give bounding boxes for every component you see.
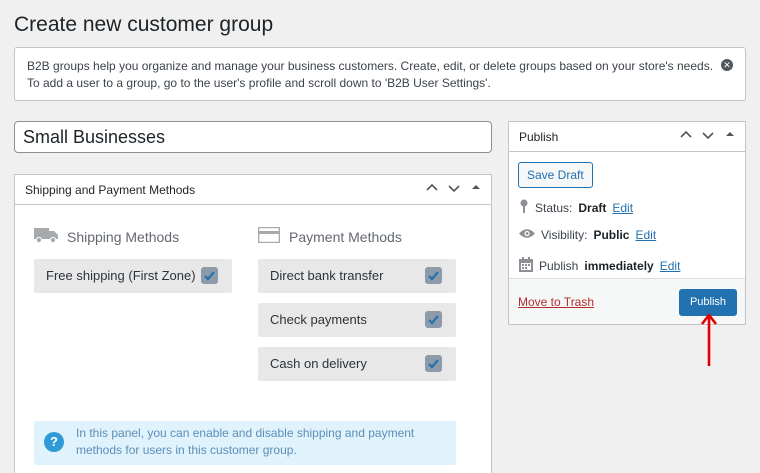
checkbox-checked-icon[interactable] bbox=[201, 267, 218, 284]
move-down-icon[interactable] bbox=[701, 129, 715, 143]
collapse-toggle-icon[interactable] bbox=[469, 182, 483, 196]
payment-methods-label: Payment Methods bbox=[289, 228, 402, 245]
page-title: Create new customer group bbox=[14, 13, 274, 36]
collapse-toggle-icon[interactable] bbox=[723, 129, 737, 143]
edit-schedule-link[interactable]: Edit bbox=[660, 259, 681, 273]
save-draft-button[interactable]: Save Draft bbox=[518, 162, 593, 188]
shipping-method-row[interactable]: Free shipping (First Zone) bbox=[34, 259, 232, 293]
shipping-methods-label: Shipping Methods bbox=[67, 228, 180, 245]
pin-icon bbox=[519, 199, 529, 217]
schedule-value: immediately bbox=[584, 259, 654, 273]
move-up-icon[interactable] bbox=[425, 182, 439, 196]
publish-handle-actions bbox=[679, 129, 737, 143]
publish-header: Publish bbox=[509, 122, 745, 152]
payment-methods-heading: Payment Methods bbox=[257, 226, 402, 246]
edit-status-link[interactable]: Edit bbox=[612, 201, 633, 215]
status-label: Status: bbox=[535, 201, 573, 215]
eye-icon bbox=[519, 228, 535, 242]
payment-method-label: Cash on delivery bbox=[270, 356, 367, 371]
payment-method-row[interactable]: Direct bank transfer bbox=[258, 259, 456, 293]
payment-method-row[interactable]: Check payments bbox=[258, 303, 456, 337]
status-value: Draft bbox=[578, 201, 607, 215]
schedule-row: Publish immediately Edit bbox=[519, 257, 680, 275]
info-box: ? In this panel, you can enable and disa… bbox=[34, 421, 456, 465]
move-down-icon[interactable] bbox=[447, 182, 461, 196]
dismiss-icon[interactable]: ✕ bbox=[721, 59, 733, 71]
checkbox-checked-icon[interactable] bbox=[425, 355, 442, 372]
group-title-input[interactable] bbox=[14, 121, 492, 153]
truck-icon bbox=[34, 227, 58, 246]
info-text: In this panel, you can enable and disabl… bbox=[76, 426, 415, 457]
info-notice: B2B groups help you organize and manage … bbox=[14, 47, 746, 101]
visibility-label: Visibility: bbox=[541, 228, 588, 242]
metabox-title: Shipping and Payment Methods bbox=[25, 183, 196, 197]
publish-box-title: Publish bbox=[519, 130, 559, 144]
metabox-header: Shipping and Payment Methods bbox=[15, 175, 491, 205]
schedule-label: Publish bbox=[539, 259, 579, 273]
credit-card-icon bbox=[257, 226, 281, 246]
status-row: Status: Draft Edit bbox=[519, 199, 633, 217]
checkbox-checked-icon[interactable] bbox=[425, 311, 442, 328]
payment-method-row[interactable]: Cash on delivery bbox=[258, 347, 456, 381]
question-icon: ? bbox=[44, 432, 64, 452]
shipping-methods-heading: Shipping Methods bbox=[34, 227, 179, 246]
payment-method-label: Check payments bbox=[270, 312, 367, 327]
notice-text: B2B groups help you organize and manage … bbox=[27, 59, 714, 90]
checkbox-checked-icon[interactable] bbox=[425, 267, 442, 284]
move-to-trash-link[interactable]: Move to Trash bbox=[518, 295, 594, 309]
visibility-row: Visibility: Public Edit bbox=[519, 228, 656, 242]
publish-metabox: Publish Save Draft Status: Draft Edit Vi… bbox=[508, 121, 746, 325]
shipping-payment-metabox: Shipping and Payment Methods Shipping Me… bbox=[14, 174, 492, 473]
shipping-method-label: Free shipping (First Zone) bbox=[46, 268, 196, 283]
annotation-arrow-icon bbox=[700, 313, 718, 366]
move-up-icon[interactable] bbox=[679, 129, 693, 143]
edit-visibility-link[interactable]: Edit bbox=[635, 228, 656, 242]
visibility-value: Public bbox=[593, 228, 630, 242]
calendar-icon bbox=[519, 257, 533, 275]
metabox-handle-actions bbox=[425, 182, 483, 196]
payment-method-label: Direct bank transfer bbox=[270, 268, 384, 283]
